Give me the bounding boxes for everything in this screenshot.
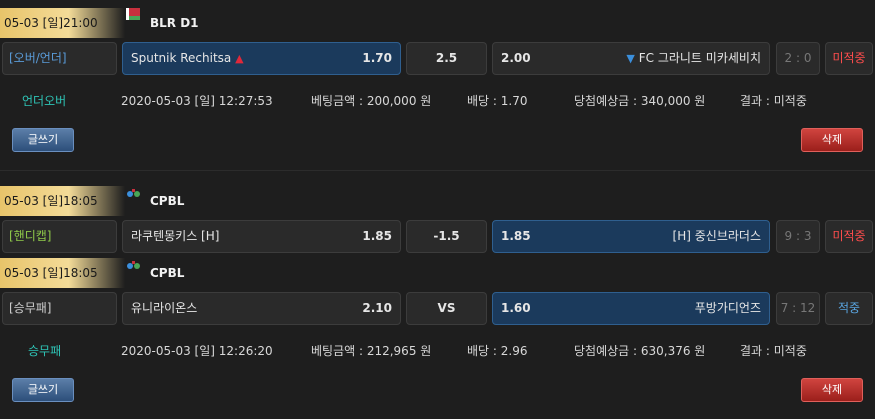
detail-result: 결과 : 미적중 (740, 94, 807, 108)
away-team-option[interactable]: 1.60 푸방가디언즈 (492, 292, 770, 325)
detail-bet-type: 언더오버 (22, 94, 67, 108)
detail-expected: 당첨예상금 : 340,000 원 (574, 94, 706, 108)
detail-expected: 당첨예상금 : 630,376 원 (574, 344, 706, 358)
detail-result: 결과 : 미적중 (740, 344, 807, 358)
league-name: CPBL (150, 266, 185, 280)
home-odd: 2.10 (362, 301, 392, 315)
detail-time: 2020-05-03 [일] 12:26:20 (121, 344, 273, 358)
divider (0, 170, 875, 171)
arrow-up-icon: ▲ (235, 52, 244, 65)
taiwan-league-icon (127, 261, 140, 269)
bet-type-box: [오버/언더] (2, 42, 117, 75)
arrow-down-icon: ▼ (626, 52, 635, 65)
away-odd: 2.00 (501, 51, 531, 65)
away-team-option[interactable]: 2.00 ▼ FC 그라니트 미카세비치 (492, 42, 770, 75)
away-team-name: 푸방가디언즈 (694, 301, 761, 315)
league-name: BLR D1 (150, 16, 199, 30)
delete-button[interactable]: 삭제 (801, 378, 863, 402)
write-button[interactable]: 글쓰기 (12, 128, 74, 152)
home-team-option[interactable]: 라쿠텐몽키스 [H] 1.85 (122, 220, 401, 253)
detail-amount: 베팅금액 : 212,965 원 (311, 344, 432, 358)
away-odd: 1.60 (501, 301, 531, 315)
home-team-name: 라쿠텐몽키스 [H] (131, 229, 220, 243)
league-name: CPBL (150, 194, 185, 208)
line-option[interactable]: 2.5 (406, 42, 487, 75)
score-box: 7 : 12 (776, 292, 820, 325)
taiwan-league-icon (127, 189, 140, 197)
delete-button[interactable]: 삭제 (801, 128, 863, 152)
away-team-name: [H] 중신브라더스 (672, 229, 761, 243)
home-team-option[interactable]: Sputnik Rechitsa ▲ 1.70 (122, 42, 401, 75)
result-status: 미적중 (825, 220, 873, 253)
detail-odds: 배당 : 1.70 (467, 94, 528, 108)
home-team-name: Sputnik Rechitsa ▲ (131, 51, 244, 65)
belarus-flag-icon (126, 8, 140, 20)
result-status: 미적중 (825, 42, 873, 75)
match-date: 05-03 [일]18:05 (0, 258, 125, 288)
bet-type-box: [승무패] (2, 292, 117, 325)
line-option[interactable]: VS (406, 292, 487, 325)
detail-odds: 배당 : 2.96 (467, 344, 528, 358)
away-odd: 1.85 (501, 229, 531, 243)
away-team-name: ▼ FC 그라니트 미카세비치 (626, 51, 761, 65)
line-option[interactable]: -1.5 (406, 220, 487, 253)
detail-bet-type: 승무패 (28, 344, 62, 358)
home-team-option[interactable]: 유니라이온스 2.10 (122, 292, 401, 325)
score-box: 9 : 3 (776, 220, 820, 253)
away-team-option[interactable]: 1.85 [H] 중신브라더스 (492, 220, 770, 253)
score-box: 2 : 0 (776, 42, 820, 75)
match-date: 05-03 [일]18:05 (0, 186, 125, 216)
home-odd: 1.85 (362, 229, 392, 243)
match-date: 05-03 [일]21:00 (0, 8, 125, 38)
bet-type-box: [핸디캡] (2, 220, 117, 253)
home-odd: 1.70 (362, 51, 392, 65)
write-button[interactable]: 글쓰기 (12, 378, 74, 402)
home-team-name: 유니라이온스 (131, 301, 198, 315)
detail-amount: 베팅금액 : 200,000 원 (311, 94, 432, 108)
detail-time: 2020-05-03 [일] 12:27:53 (121, 94, 273, 108)
result-status: 적중 (825, 292, 873, 325)
